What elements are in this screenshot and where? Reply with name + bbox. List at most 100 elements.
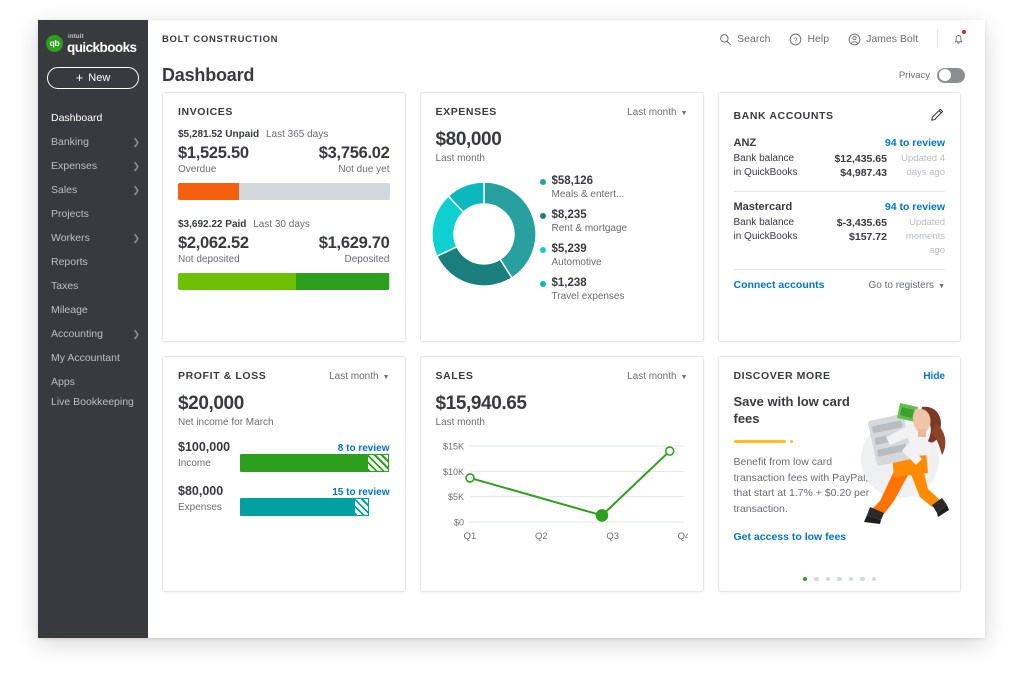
go-to-registers-dropdown[interactable]: Go to registers ▼ xyxy=(868,280,945,291)
income-bar xyxy=(240,454,390,472)
sales-data-point[interactable] xyxy=(466,474,474,482)
carousel-dot[interactable] xyxy=(803,577,808,582)
notifications-button[interactable] xyxy=(937,30,965,48)
sidebar-item-my-accountant[interactable]: My Accountant xyxy=(38,346,148,370)
bank-review-link[interactable]: 94 to review xyxy=(885,201,945,213)
discover-more-header: DISCOVER MORE Hide xyxy=(734,370,946,382)
connect-accounts-link[interactable]: Connect accounts xyxy=(734,279,825,291)
sidebar-item-accounting[interactable]: Accounting ❯ xyxy=(38,322,148,346)
bank-balance-values: $-3,435.65 $157.72 xyxy=(808,216,888,258)
expenses-bar-solid xyxy=(240,498,354,516)
expenses-bar xyxy=(240,498,390,516)
expenses-review-link[interactable]: 15 to review xyxy=(332,487,389,498)
legend-category: Travel expenses xyxy=(552,290,625,303)
legend-item[interactable]: $58,126Meals & entert... xyxy=(540,174,688,201)
bank-review-link[interactable]: 94 to review xyxy=(885,137,945,149)
bank-card-footer: Connect accounts Go to registers ▼ xyxy=(734,279,946,291)
edit-accounts-button[interactable] xyxy=(930,106,945,126)
income-review-link[interactable]: 8 to review xyxy=(338,443,390,454)
carousel-dot[interactable] xyxy=(837,577,842,582)
in-quickbooks-label: in QuickBooks xyxy=(734,166,808,180)
unpaid-progress-bar[interactable] xyxy=(178,183,390,200)
in-quickbooks-value: $157.72 xyxy=(808,230,888,244)
expenses-donut-chart[interactable] xyxy=(430,174,538,293)
hide-button[interactable]: Hide xyxy=(923,371,945,382)
legend-item[interactable]: $1,238Travel expenses xyxy=(540,276,688,303)
user-menu[interactable]: James Bolt xyxy=(848,33,918,46)
sidebar-item-taxes[interactable]: Taxes xyxy=(38,274,148,298)
sidebar-item-expenses[interactable]: Expenses ❯ xyxy=(38,154,148,178)
carousel-dot[interactable] xyxy=(860,577,865,582)
sidebar-item-workers[interactable]: Workers ❯ xyxy=(38,226,148,250)
chevron-right-icon: ❯ xyxy=(132,161,140,172)
sidebar-item-label: Sales xyxy=(51,184,77,196)
sales-card: SALES Last month ▼ $15,940.65 Last month… xyxy=(420,356,704,592)
sidebar-item-mileage[interactable]: Mileage xyxy=(38,298,148,322)
bank-account-row[interactable]: Mastercard 94 to review Bank balance in … xyxy=(734,201,946,267)
donut-svg xyxy=(430,180,538,288)
bell-icon xyxy=(952,32,965,46)
paid-progress-bar[interactable] xyxy=(178,273,390,290)
chevron-down-icon: ▼ xyxy=(681,374,688,381)
expenses-top: $80,000 15 to review xyxy=(178,484,390,498)
sales-line-chart[interactable]: $0$5K$10K$15KQ1Q2Q3Q4 xyxy=(436,438,688,550)
sidebar-item-label: Taxes xyxy=(51,280,78,292)
expenses-total: $80,000 xyxy=(436,129,688,151)
chevron-right-icon: ❯ xyxy=(132,233,140,244)
sidebar-item-label: Expenses xyxy=(51,160,97,172)
legend-item[interactable]: $5,239Automotive xyxy=(540,242,688,269)
rule-dot xyxy=(790,440,793,443)
quickbooks-wordmark: quickbooks xyxy=(67,41,137,55)
bank-divider xyxy=(734,191,946,192)
profit-loss-expenses-row[interactable]: $80,000 15 to review Expenses xyxy=(178,484,390,516)
income-bar-line: Income xyxy=(178,454,390,472)
help-button[interactable]: ? Help xyxy=(789,33,829,46)
sidebar-item-apps[interactable]: Apps xyxy=(38,370,148,394)
new-button[interactable]: + New xyxy=(47,67,139,89)
sidebar-item-dashboard[interactable]: Dashboard xyxy=(38,106,148,130)
bank-balance-labels: Bank balance in QuickBooks xyxy=(734,152,808,180)
profit-loss-card-header: PROFIT & LOSS Last month ▼ xyxy=(178,370,390,382)
carousel-dot[interactable] xyxy=(814,577,819,582)
not-deposited-segment xyxy=(178,273,296,290)
quickbooks-logo[interactable]: qb intuit quickbooks xyxy=(38,26,148,54)
not-due-amount: $3,756.02 xyxy=(319,144,390,163)
sales-data-point[interactable] xyxy=(665,447,673,455)
go-to-registers-label: Go to registers xyxy=(868,280,934,291)
search-button[interactable]: Search xyxy=(719,33,770,46)
carousel-dot[interactable] xyxy=(826,577,831,582)
profit-loss-income-row[interactable]: $100,000 8 to review Income xyxy=(178,440,390,472)
app-window: qb intuit quickbooks + New Dashboard Ban… xyxy=(38,20,985,638)
bank-account-name: ANZ xyxy=(734,137,757,149)
discover-cta-link[interactable]: Get access to low fees xyxy=(734,531,946,543)
bank-account-name: Mastercard xyxy=(734,201,793,213)
sidebar-item-projects[interactable]: Projects xyxy=(38,202,148,226)
profit-loss-range-dropdown[interactable]: Last month ▼ xyxy=(329,371,389,382)
bank-balance-label: Bank balance xyxy=(734,152,808,166)
sidebar-item-reports[interactable]: Reports xyxy=(38,250,148,274)
sidebar-item-live-bookkeeping[interactable]: Live Bookkeeping xyxy=(38,394,148,428)
new-button-label: New xyxy=(88,72,110,84)
invoices-card-header: INVOICES xyxy=(178,106,390,118)
dashboard-grid: INVOICES $5,281.52 Unpaid Last 365 days … xyxy=(148,92,985,638)
not-deposited-label: Not deposited xyxy=(178,254,240,265)
expenses-range-dropdown[interactable]: Last month ▼ xyxy=(627,107,687,118)
expenses-legend: $58,126Meals & entert... $8,235Rent & mor… xyxy=(538,174,688,310)
x-axis-tick-label: Q3 xyxy=(606,531,619,542)
income-bar-hatched xyxy=(367,454,389,472)
net-income-subtitle: Net income for March xyxy=(178,417,390,428)
carousel-dot[interactable] xyxy=(872,577,877,582)
donut-segment[interactable] xyxy=(436,247,511,286)
user-name-label: James Bolt xyxy=(866,33,918,45)
privacy-control[interactable]: Privacy xyxy=(899,68,965,83)
legend-item[interactable]: $8,235Rent & mortgage xyxy=(540,208,688,235)
woman-carrying-cash-register-illustration xyxy=(850,397,954,527)
privacy-toggle[interactable] xyxy=(937,68,965,83)
sidebar-item-sales[interactable]: Sales ❯ xyxy=(38,178,148,202)
sales-range-dropdown[interactable]: Last month ▼ xyxy=(627,371,687,382)
bank-account-row[interactable]: ANZ 94 to review Bank balance in QuickBo… xyxy=(734,137,946,189)
sales-data-point[interactable] xyxy=(596,510,607,521)
carousel-dot[interactable] xyxy=(849,577,854,582)
sidebar-item-banking[interactable]: Banking ❯ xyxy=(38,130,148,154)
legend-value: $1,238 xyxy=(552,276,625,290)
